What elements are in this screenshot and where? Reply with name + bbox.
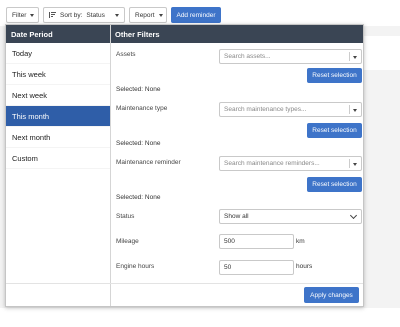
status-select-value: Show all bbox=[224, 213, 249, 220]
sort-by-value: Status bbox=[86, 11, 105, 19]
date-period-column: Date Period Today This week Next week Th… bbox=[6, 25, 111, 306]
background-panel bbox=[364, 36, 400, 70]
maintenance-reminder-placeholder: Search maintenance reminders... bbox=[224, 160, 320, 167]
maintenance-type-search-input[interactable]: Search maintenance types... bbox=[219, 102, 362, 117]
mileage-input[interactable]: 500 bbox=[219, 234, 294, 249]
period-today[interactable]: Today bbox=[6, 43, 110, 64]
filter-dropdown: Date Period Today This week Next week Th… bbox=[5, 24, 364, 307]
maintenance-reminder-reset-button[interactable]: Reset selection bbox=[307, 177, 362, 192]
sort-by-label: Sort by: bbox=[60, 11, 83, 19]
report-button[interactable]: Report bbox=[129, 7, 167, 23]
period-next-week[interactable]: Next week bbox=[6, 85, 110, 106]
maintenance-type-placeholder: Search maintenance types... bbox=[224, 106, 307, 113]
maintenance-type-selected-note: Selected: None bbox=[116, 140, 161, 147]
caret-down-icon bbox=[30, 13, 35, 17]
status-label: Status bbox=[116, 213, 135, 220]
caret-down-icon bbox=[353, 163, 357, 166]
divider bbox=[6, 283, 363, 284]
filter-button-label: Filter bbox=[12, 11, 27, 19]
caret-down-icon bbox=[115, 13, 119, 17]
maintenance-reminder-search-input[interactable]: Search maintenance reminders... bbox=[219, 156, 362, 171]
add-reminder-button[interactable]: Add reminder bbox=[171, 7, 221, 23]
maintenance-type-reset-button[interactable]: Reset selection bbox=[307, 123, 362, 138]
apply-changes-button[interactable]: Apply changes bbox=[304, 287, 359, 303]
date-period-heading: Date Period bbox=[6, 25, 110, 43]
status-select[interactable]: Show all bbox=[219, 209, 362, 224]
caret-down-icon bbox=[353, 109, 357, 112]
filter-button[interactable]: Filter bbox=[6, 7, 39, 23]
mileage-label: Mileage bbox=[116, 238, 139, 245]
add-reminder-label: Add reminder bbox=[176, 11, 216, 19]
chevron-down-icon bbox=[349, 211, 358, 220]
background-panel bbox=[0, 308, 400, 327]
period-custom[interactable]: Custom bbox=[6, 148, 110, 169]
maintenance-reminder-label: Maintenance reminder bbox=[116, 159, 181, 166]
period-this-week[interactable]: This week bbox=[6, 64, 110, 85]
assets-reset-button[interactable]: Reset selection bbox=[307, 68, 362, 83]
other-filters-column: Other Filters Assets Search assets... Re… bbox=[111, 25, 363, 306]
caret-down-icon bbox=[353, 56, 357, 59]
period-this-month[interactable]: This month bbox=[6, 106, 110, 127]
toolbar: Filter Sort by: Status Report Add remind… bbox=[0, 0, 400, 26]
mileage-value: 500 bbox=[224, 238, 235, 245]
period-next-month[interactable]: Next month bbox=[6, 127, 110, 148]
assets-search-input[interactable]: Search assets... bbox=[219, 49, 362, 64]
maintenance-type-label: Maintenance type bbox=[116, 105, 168, 112]
engine-hours-unit: hours bbox=[296, 263, 313, 270]
engine-hours-value: 50 bbox=[224, 264, 232, 271]
assets-placeholder: Search assets... bbox=[224, 53, 271, 60]
sort-by-button[interactable]: Sort by: Status bbox=[43, 7, 125, 23]
maintenance-reminder-selected-note: Selected: None bbox=[116, 194, 161, 201]
report-button-label: Report bbox=[135, 11, 155, 19]
other-filters-heading: Other Filters bbox=[111, 25, 363, 43]
assets-selected-note: Selected: None bbox=[116, 86, 161, 93]
sort-lines-icon bbox=[49, 12, 56, 18]
engine-hours-input[interactable]: 50 bbox=[219, 260, 294, 275]
caret-down-icon bbox=[158, 13, 163, 17]
mileage-unit: km bbox=[296, 238, 305, 245]
assets-label: Assets bbox=[116, 51, 136, 58]
engine-hours-label: Engine hours bbox=[116, 263, 155, 270]
